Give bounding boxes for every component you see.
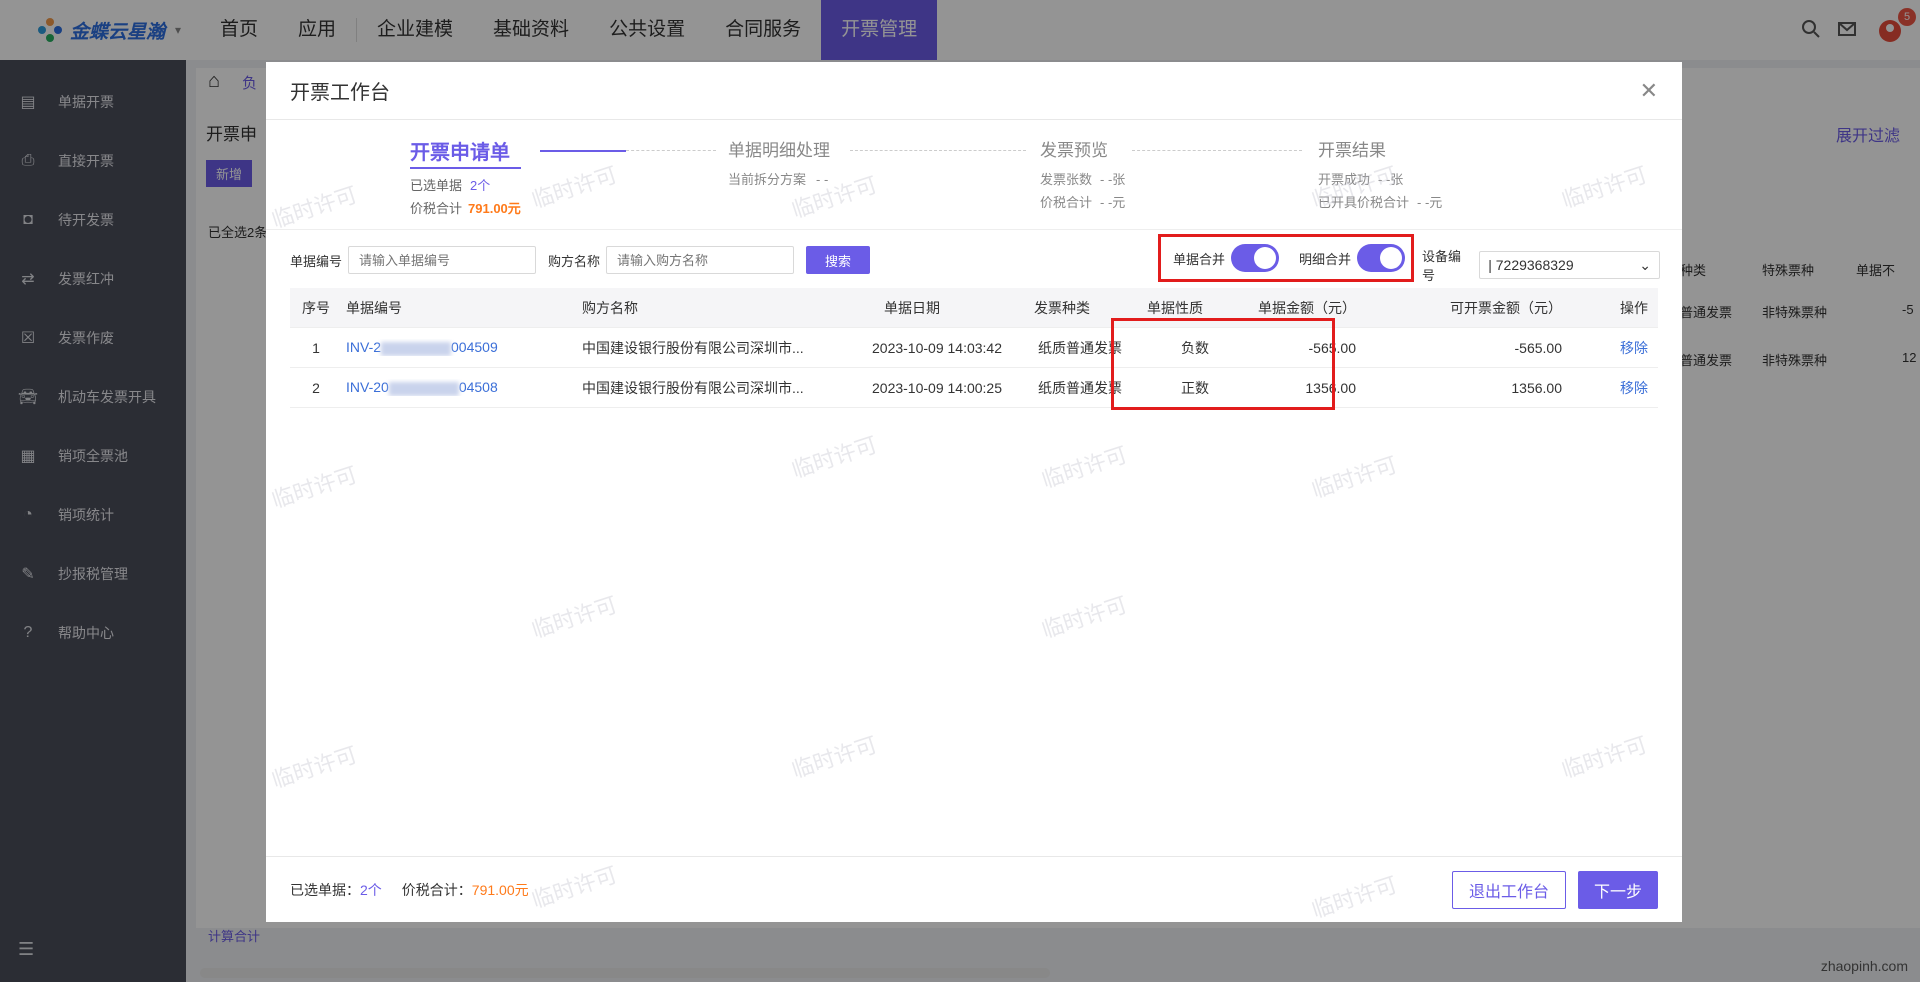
step-title: 开票申请单 [410,136,521,169]
modal-title: 开票工作台 [290,82,390,104]
step-connector [626,150,716,151]
invoice-workbench-modal: 开票工作台 ✕ 开票申请单 已选单据 2个 价税合计 791.00元 单据明细处理 … [266,62,1682,922]
merge-toggles-highlight: 单据合并 明细合并 [1158,234,1414,282]
step-row: 当前拆分方案 - - [728,172,829,187]
step-row: 已选单据 2个 [410,178,491,193]
available-amount: -565.00 [1514,339,1562,356]
redacted-mask [388,381,459,396]
col-header: 单据性质 [1147,299,1203,316]
bill-date: 2023-10-09 14:03:42 [872,339,1002,356]
site-watermark: zhaopinh.com [1820,958,1908,974]
app-root: 金蝶云星瀚 ▾ 首页 应用 企业建模 基础资料 公共设置 合同服务 开票管理 5… [0,0,1920,982]
step-title: 发票预览 [1040,141,1108,160]
buyer-name: 中国建设银行股份有限公司深圳市... [582,379,804,396]
redacted-mask [381,341,452,356]
chevron-down-icon: ⌄ [1639,256,1651,273]
horizontal-scrollbar[interactable] [200,968,1050,978]
col-header: 单据编号 [346,299,402,316]
bill-no-link[interactable]: INV-2 004509 [342,339,582,356]
modal-footer: 已选单据： 2个 价税合计： 791.00元 退出工作台 下一步 [266,856,1682,922]
amount-highlight-box [1111,318,1335,410]
col-header: 可开票金额（元） [1450,299,1562,316]
remove-link[interactable]: 移除 [1562,338,1658,358]
remove-link[interactable]: 移除 [1562,378,1658,398]
bill-date: 2023-10-09 14:00:25 [872,379,1002,396]
step-row: 开票成功 - -张 [1318,172,1404,187]
col-header: 操作 [1620,299,1648,316]
step-title: 开票结果 [1318,141,1386,160]
buyer-name: 中国建设银行股份有限公司深圳市... [582,339,804,356]
step-connector [540,150,626,152]
device-value: | 7229368329 [1488,257,1574,273]
step-invoice-preview[interactable]: 发票预览 发票张数 - -张 价税合计 - -元 [1040,136,1125,211]
table-row[interactable]: 1 INV-2 004509 中国建设银行股份有限公司深圳市... 2023-10… [290,328,1658,368]
step-detail-processing[interactable]: 单据明细处理 当前拆分方案 - - [728,136,830,188]
bill-merge-label: 单据合并 [1173,251,1226,267]
search-button[interactable]: 搜索 [806,246,871,274]
step-connector [850,150,1026,151]
bill-merge-toggle[interactable] [1231,244,1280,272]
col-header: 单据日期 [884,299,940,316]
step-row: 已开具价税合计 - -元 [1318,195,1443,210]
selected-count: 2个 [360,881,382,898]
selected-label: 已选单据： [290,881,360,898]
step-row: 发票张数 - -张 [1040,172,1126,187]
modal-header: 开票工作台 ✕ [266,62,1682,120]
invoice-type: 纸质普通发票 [1038,379,1122,396]
col-header: 序号 [302,299,330,316]
col-header: 发票种类 [1034,299,1090,316]
exit-workbench-button[interactable]: 退出工作台 [1452,871,1566,909]
device-select[interactable]: | 7229368329 ⌄ [1479,251,1660,279]
step-row: 价税合计 791.00元 [410,201,521,216]
bill-table: 序号 单据编号 购方名称 单据日期 发票种类 单据性质 单据金额（元） 可开票金… [290,288,1658,408]
col-header: 购方名称 [582,299,638,316]
row-index: 2 [312,379,320,396]
col-header: 单据金额（元） [1258,299,1356,316]
available-amount: 1356.00 [1511,379,1562,396]
close-icon[interactable]: ✕ [1640,78,1658,104]
device-label: 设备编号 [1422,249,1462,283]
total-value: 791.00元 [471,881,529,898]
table-header: 序号 单据编号 购方名称 单据日期 发票种类 单据性质 单据金额（元） 可开票金… [290,288,1658,328]
next-step-button[interactable]: 下一步 [1578,871,1658,909]
detail-merge-toggle[interactable] [1357,244,1406,272]
invoice-type: 纸质普通发票 [1038,339,1122,356]
step-connector [1132,150,1302,151]
search-bar: 单据编号 购方名称 搜索 单据合并 明细合并 设备编号 | 7229368329… [290,234,1660,284]
detail-merge-label: 明细合并 [1299,251,1352,267]
table-row[interactable]: 2 INV-20 04508 中国建设银行股份有限公司深圳市... 2023-10… [290,368,1658,408]
bill-no-input[interactable] [348,246,537,274]
step-row: 价税合计 - -元 [1040,195,1126,210]
step-title: 单据明细处理 [728,141,830,160]
device-selector: 设备编号 | 7229368329 ⌄ [1422,246,1660,284]
step-invoice-result[interactable]: 开票结果 开票成功 - -张 已开具价税合计 - -元 [1318,136,1442,211]
buyer-name-input[interactable] [606,246,795,274]
buyer-name-label: 购方名称 [548,253,601,269]
total-label: 价税合计： [401,881,472,898]
row-index: 1 [312,339,320,356]
steps-bar: 开票申请单 已选单据 2个 价税合计 791.00元 单据明细处理 当前拆分方案 - … [266,120,1682,230]
step-application[interactable]: 开票申请单 已选单据 2个 价税合计 791.00元 [410,136,521,217]
bill-no-label: 单据编号 [290,253,343,269]
bill-no-link[interactable]: INV-20 04508 [342,379,582,396]
